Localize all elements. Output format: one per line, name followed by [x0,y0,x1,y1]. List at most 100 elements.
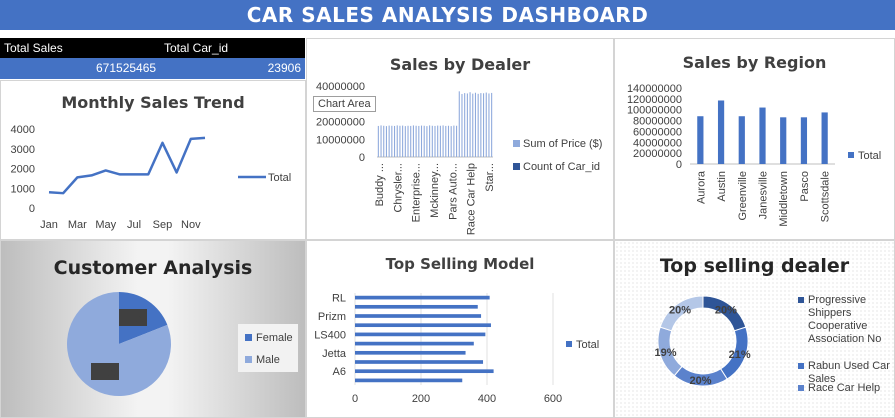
dealer-price-bar [472,93,474,157]
legend-label-line: Shippers [808,307,852,319]
x-tick-label: Scottsdale [820,171,832,222]
region-sales-chart[interactable]: 0200000004000000060000000800000001000000… [615,39,894,239]
legend-label-line: Race Car Help [808,382,880,394]
x-tick-label: Nov [181,219,201,231]
legend-label: Progressive Shippers Cooperative Associatio… [808,294,881,345]
dealer-price-bar [477,93,479,157]
legend-label-line: Rabun Used Car [808,360,890,372]
dealer-price-bar [426,126,428,157]
kpi-header-row: Total Sales Total Car_id [0,38,305,58]
customer-analysis-chart[interactable]: 19% 81% Female Male [1,241,305,417]
y-tick-label: 40000000 [316,81,365,93]
y-tick-label: 40000000 [633,137,682,149]
model-bar [355,295,490,300]
model-bar [355,332,486,337]
legend-label: Female [256,332,293,344]
total-car-id-label: Total Car_id [164,41,229,55]
y-tick-label: 0 [359,152,365,164]
dealer-sales-chart[interactable]: 010000000200000003000000040000000Buddy .… [307,39,613,239]
legend-label-line: Association No [808,333,881,345]
model-bar [355,304,478,309]
dealer-sales-panel[interactable]: Sales by Dealer 010000000200000003000000… [306,38,614,240]
x-tick-label: Austin [716,171,728,202]
top-model-panel[interactable]: Top Selling Model 0 200 400 600 RL Prizm LS400… [306,240,614,418]
region-sales-panel[interactable]: Sales by Region 0 20000000 40000000 6000000… [614,38,895,240]
x-tick-label: Star... [484,163,496,192]
pie-percent-label: 19% [122,313,144,325]
x-tick-label: Race Car Help [466,163,478,235]
dealer-price-bar [429,125,431,157]
legend-label: Total [858,150,881,162]
model-bar [355,350,466,355]
dealer-price-bar [404,126,406,157]
y-tick-label: Prizm [318,311,346,323]
total-sales-label: Total Sales [4,41,63,55]
region-bar [759,107,766,164]
x-tick-label: Pasco [799,171,811,202]
legend-label: Race Car Help [808,382,880,394]
y-tick-label: 140000000 [627,83,682,95]
legend-price-swatch [513,140,520,147]
dealer-price-bar [385,126,387,157]
doughnut-percent-label: 20% [690,375,712,387]
y-tick-label: 3000 [11,144,35,156]
model-bar [355,341,474,346]
dealer-price-bar [450,126,452,157]
legend-swatch [798,385,804,391]
top-model-chart[interactable]: 0 200 400 600 RL Prizm LS400 Jetta A6 Total [307,241,613,417]
region-bar [800,117,808,164]
legend-count-label: Count of Car_id [523,161,600,173]
x-tick-label: May [95,219,116,231]
dealer-price-bar [480,93,482,157]
legend-count-swatch [513,163,520,170]
legend-label: Male [256,354,280,366]
legend-label: Total [268,172,291,184]
y-tick-label: 20000000 [316,117,365,129]
monthly-sales-chart[interactable]: 0 1000 2000 3000 4000 Jan Mar May Jul Sep Nov Total [1,81,305,239]
x-tick-label: Pars Auto... [447,163,459,220]
legend-label: Total [576,339,599,351]
x-tick-label: Jan [40,219,58,231]
legend-swatch [848,152,854,158]
dealer-price-bar [474,92,477,157]
y-tick-label: Jetta [322,348,347,360]
dealer-price-bar [388,125,390,157]
kpi-value-row: 671525465 23906 [0,58,305,79]
y-tick-label: 2000 [11,164,35,176]
x-tick-label: Aurora [695,170,707,204]
monthly-sales-panel[interactable]: Monthly Sales Trend 0 1000 2000 3000 4000 Jan… [0,80,306,240]
dealer-price-bar [431,125,433,157]
y-tick-label: 80000000 [633,116,682,128]
model-bar [355,323,491,328]
region-bar [738,116,745,164]
top-dealer-panel[interactable]: Top selling dealer 20% 21% 20% 19% 20% Progre… [614,240,895,418]
dealer-price-bar [447,125,450,157]
dealer-price-bar [415,125,417,157]
legend-label-line: Cooperative [808,320,867,332]
dealer-price-bar [483,93,485,157]
line-series-total [48,136,206,195]
dealer-price-bar [466,93,468,157]
dealer-price-bar [445,125,447,157]
dealer-price-bar [456,125,458,157]
y-tick-label: 60000000 [633,126,682,138]
total-car-id-value: 23906 [267,61,301,75]
dealer-price-bar [453,125,455,157]
dealer-price-bar [461,93,463,157]
dealer-price-bar [423,125,425,157]
top-dealer-chart[interactable]: 20% 21% 20% 19% 20% Progressive Shippers Cooper… [615,241,894,417]
model-bar [355,314,482,318]
x-tick-label: Sep [153,219,173,231]
dealer-price-bar [391,125,393,157]
dealer-price-bar [469,92,471,157]
legend-swatch [566,341,572,347]
dealer-price-bar [488,93,490,157]
x-tick-label: 200 [412,393,430,405]
customer-analysis-panel[interactable]: Customer Analysis 19% 81% Female Male [0,240,306,418]
dealer-price-bar [383,125,385,157]
legend-price-label: Sum of Price ($) [523,138,602,150]
model-bar [355,369,494,374]
y-tick-label: 20000000 [633,148,682,160]
dealer-price-bar [464,93,466,157]
dealer-price-bar [437,125,439,157]
